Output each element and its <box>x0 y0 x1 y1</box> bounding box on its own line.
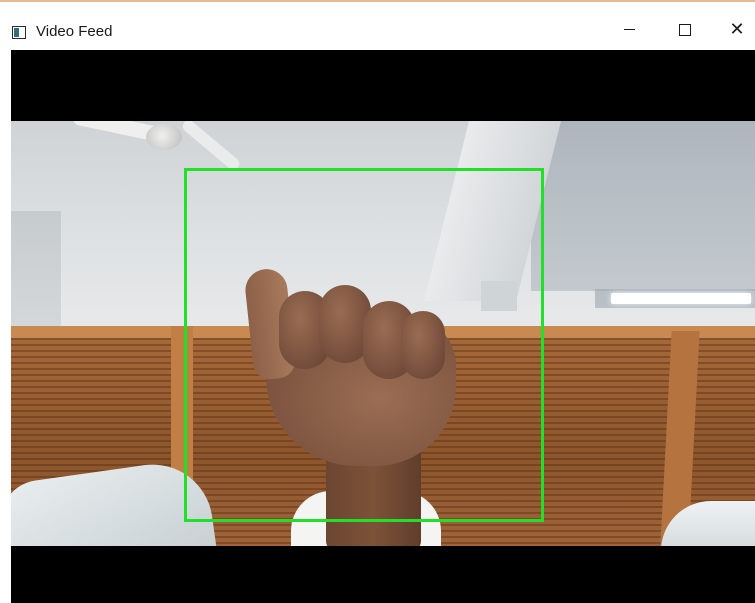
minimize-icon <box>623 29 635 30</box>
ceiling-fan-icon <box>146 124 182 150</box>
minimize-button[interactable] <box>606 9 652 50</box>
ceiling-right <box>531 121 755 291</box>
left-wall <box>11 211 61 331</box>
close-icon: ✕ <box>729 18 745 40</box>
detection-box <box>184 168 544 522</box>
camera-frame <box>11 121 755 546</box>
tube-light <box>611 293 751 304</box>
window-title: Video Feed <box>36 23 113 40</box>
maximize-button[interactable] <box>662 9 708 50</box>
app-icon <box>12 26 26 39</box>
window-top-border <box>0 0 755 9</box>
video-feed <box>11 50 755 603</box>
maximize-icon <box>679 23 691 36</box>
close-button[interactable]: ✕ <box>714 9 755 50</box>
